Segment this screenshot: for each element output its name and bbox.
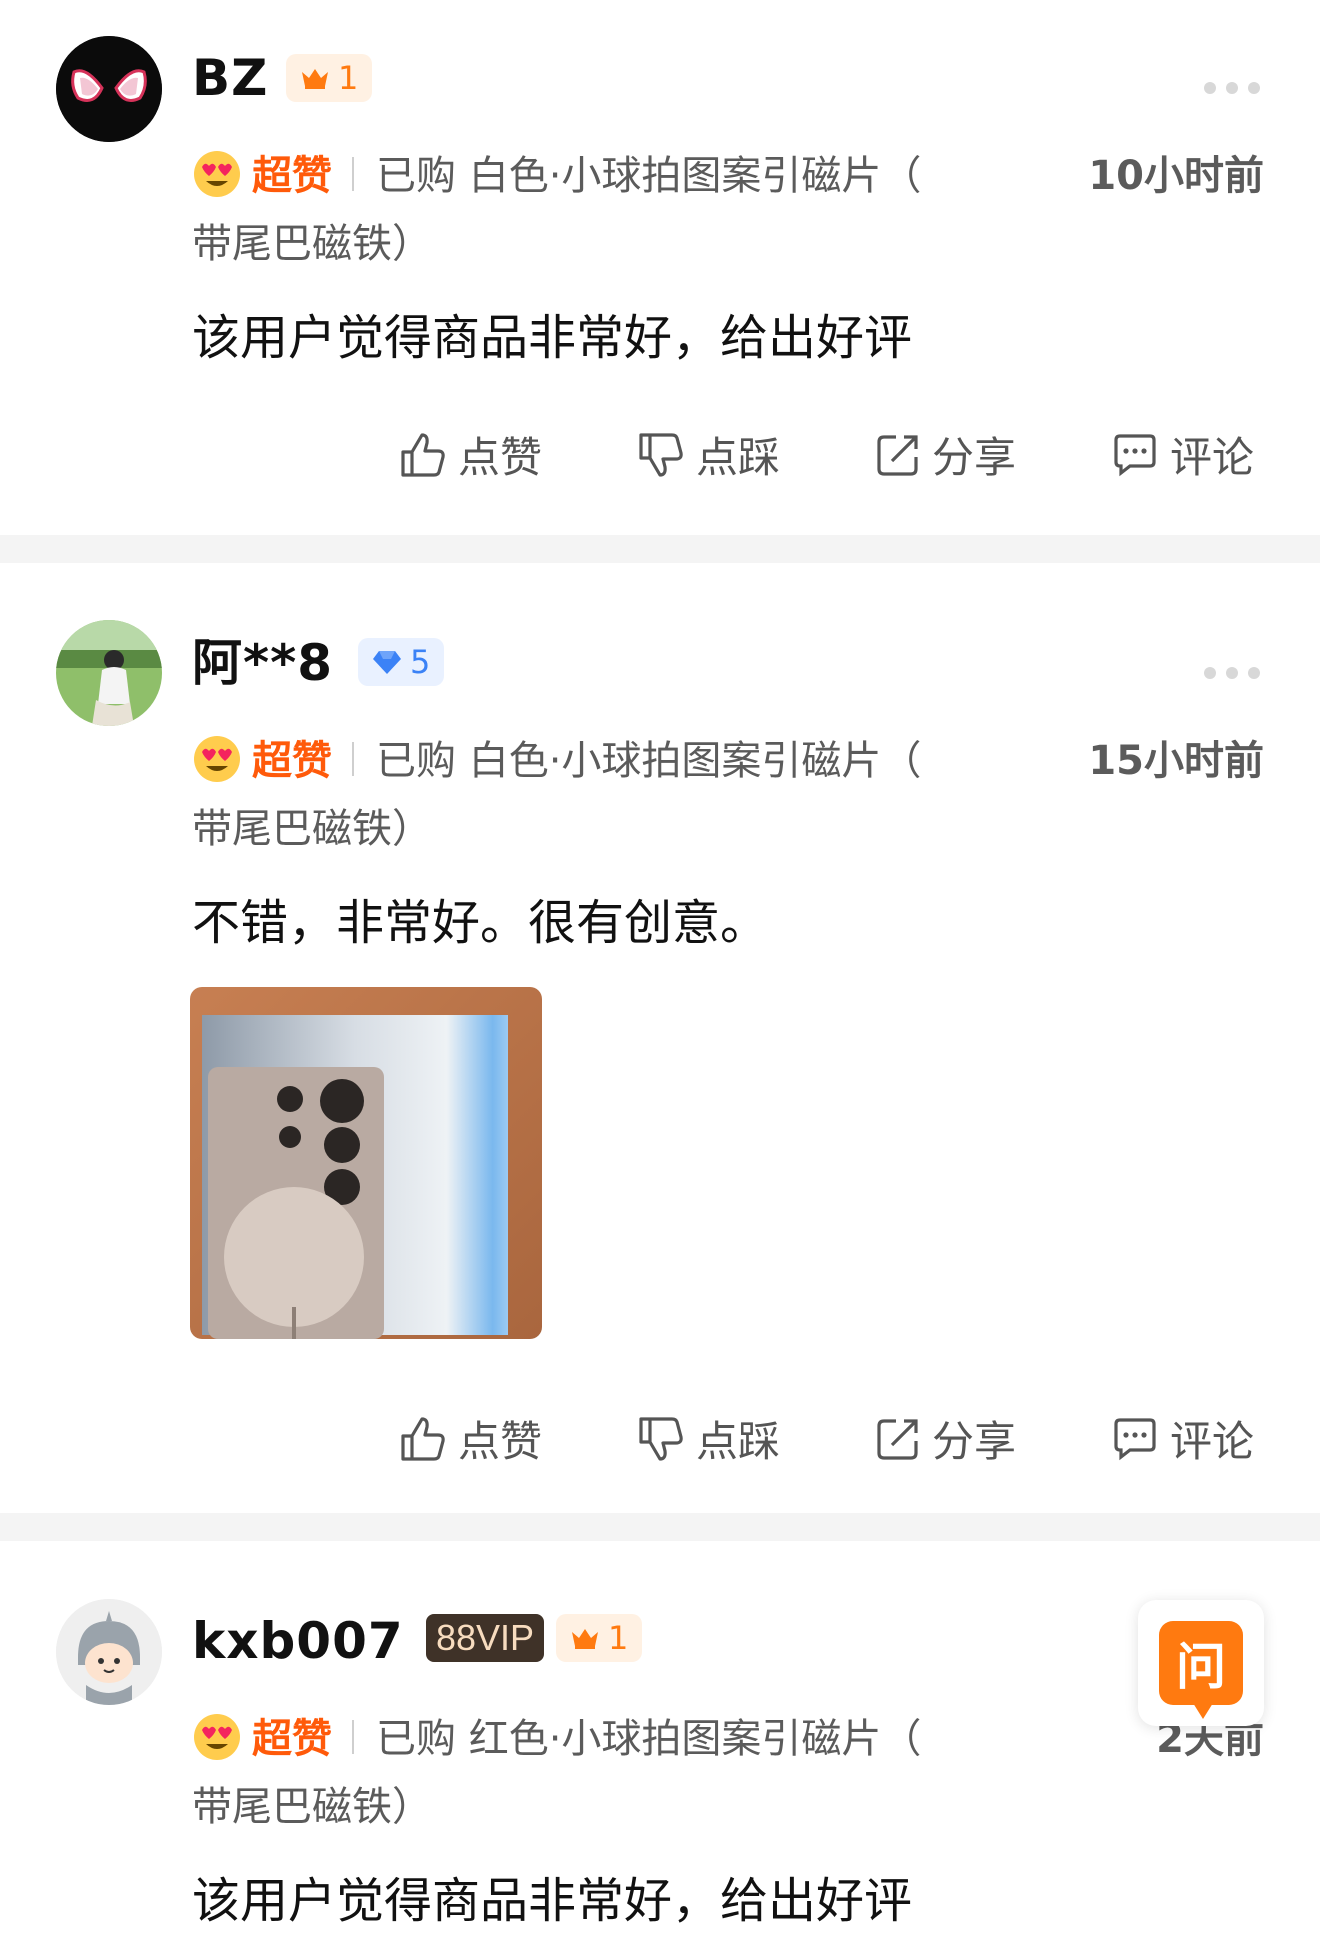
review-time: 15小时前	[1088, 738, 1264, 784]
phone-case-photo-icon	[190, 987, 542, 1339]
diamond-icon	[373, 651, 401, 674]
action-bar: 点赞 点踩 分享 评论	[0, 1408, 1320, 1468]
avatar[interactable]	[56, 1599, 162, 1705]
divider	[352, 157, 354, 191]
review-card: kxb007 88VIP 1 超赞 已购 红色·小球拍图案引磁片（ 带尾巴磁铁） …	[0, 1541, 1320, 1947]
level-badge: 5	[358, 638, 445, 686]
share-icon	[877, 434, 918, 476]
purchase-variant: 已购 白色·小球拍图案引磁片（	[376, 153, 922, 199]
dislike-button[interactable]: 点踩	[636, 1408, 780, 1469]
heart-eyes-emoji-icon	[194, 151, 240, 197]
share-label: 分享	[932, 433, 1017, 482]
ask-label: 问	[1176, 1638, 1226, 1696]
share-button[interactable]: 分享	[874, 1408, 1016, 1469]
comment-icon	[1114, 433, 1156, 476]
vip-badge: 88VIP	[426, 1614, 545, 1662]
comment-button[interactable]: 评论	[1110, 424, 1254, 485]
dislike-label: 点踩	[696, 433, 781, 482]
purchase-variant: 已购 白色·小球拍图案引磁片（	[376, 738, 922, 784]
level-badge-text: 1	[338, 59, 359, 97]
review-card: BZ 1 超赞 已购 白色·小球拍图案引磁片（ 带尾巴磁铁） 10小时前 该用户觉…	[0, 0, 1320, 535]
share-button[interactable]: 分享	[874, 424, 1016, 485]
purchase-info: 超赞 已购 红色·小球拍图案引磁片（ 带尾巴磁铁）	[192, 1705, 1022, 1841]
purchase-variant-cont: 带尾巴磁铁）	[192, 806, 432, 852]
divider	[352, 1720, 354, 1754]
level-badge-text: 1	[608, 1619, 629, 1657]
divider	[352, 742, 354, 776]
thumbs-up-icon	[401, 432, 445, 477]
purchase-variant: 已购 红色·小球拍图案引磁片（	[376, 1716, 922, 1762]
username[interactable]: 阿**8	[192, 633, 333, 693]
rating-label: 超赞	[252, 1716, 332, 1762]
more-options-button[interactable]	[1204, 82, 1260, 94]
username[interactable]: BZ	[192, 48, 268, 108]
rating-label: 超赞	[252, 153, 332, 199]
comment-button[interactable]: 评论	[1110, 1408, 1254, 1469]
ask-icon: 问	[1159, 1621, 1243, 1719]
review-text: 该用户觉得商品非常好，给出好评	[192, 310, 913, 366]
crown-icon	[302, 69, 328, 89]
review-photo[interactable]	[190, 987, 542, 1339]
comment-label: 评论	[1170, 433, 1255, 482]
rating-label: 超赞	[252, 738, 332, 784]
thumbs-down-icon	[639, 432, 683, 477]
thumbs-down-icon	[639, 1416, 683, 1461]
avatar[interactable]	[56, 620, 162, 726]
heart-eyes-emoji-icon	[194, 736, 240, 782]
more-options-button[interactable]	[1204, 667, 1260, 679]
action-bar: 点赞 点踩 分享 评论	[0, 424, 1320, 484]
review-text: 不错，非常好。很有创意。	[192, 895, 769, 951]
comment-icon	[1114, 1417, 1156, 1460]
dislike-button[interactable]: 点踩	[636, 424, 780, 485]
like-button[interactable]: 点赞	[398, 1408, 542, 1469]
separator	[0, 1513, 1320, 1541]
share-label: 分享	[932, 1417, 1017, 1466]
heart-eyes-emoji-icon	[194, 1714, 240, 1760]
separator	[0, 535, 1320, 563]
thumbs-up-icon	[401, 1416, 445, 1461]
like-label: 点赞	[458, 433, 543, 482]
purchase-info: 超赞 已购 白色·小球拍图案引磁片（ 带尾巴磁铁）	[192, 727, 1022, 863]
level-badge: 1	[286, 54, 373, 102]
review-time: 10小时前	[1088, 153, 1264, 199]
like-label: 点赞	[458, 1417, 543, 1466]
like-button[interactable]: 点赞	[398, 424, 542, 485]
avatar[interactable]	[56, 36, 162, 142]
dislike-label: 点踩	[696, 1417, 781, 1466]
username[interactable]: kxb007	[192, 1611, 404, 1671]
share-icon	[877, 1418, 918, 1460]
review-card: 阿**8 5 超赞 已购 白色·小球拍图案引磁片（ 带尾巴磁铁） 15小时前 不错…	[0, 563, 1320, 1613]
level-badge: 1	[556, 1614, 643, 1662]
purchase-variant-cont: 带尾巴磁铁）	[192, 1784, 432, 1830]
ask-question-button[interactable]: 问	[1138, 1600, 1264, 1726]
review-text: 该用户觉得商品非常好，给出好评	[192, 1873, 913, 1929]
purchase-variant-cont: 带尾巴磁铁）	[192, 221, 432, 267]
purchase-info: 超赞 已购 白色·小球拍图案引磁片（ 带尾巴磁铁）	[192, 142, 1022, 278]
level-badge-text: 5	[410, 643, 431, 681]
crown-icon	[572, 1629, 598, 1649]
comment-label: 评论	[1170, 1417, 1255, 1466]
